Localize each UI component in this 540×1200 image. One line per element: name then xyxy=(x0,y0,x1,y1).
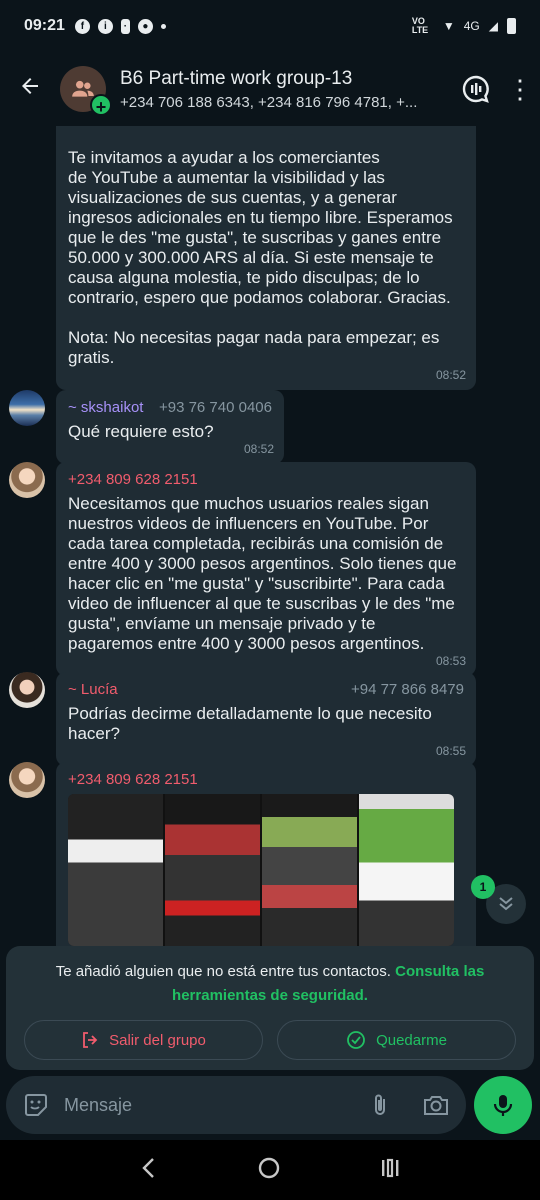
exit-icon xyxy=(83,1032,98,1048)
sender-name[interactable]: ~ Lucía xyxy=(68,680,118,700)
sender-row: +234 809 628 2151 xyxy=(68,770,464,790)
screenshot-thumbnail xyxy=(68,794,163,946)
avatar[interactable] xyxy=(9,762,45,798)
check-circle-icon xyxy=(347,1031,365,1049)
message-time: 08:52 xyxy=(243,442,274,456)
nav-recents-icon[interactable] xyxy=(379,1157,401,1184)
sticker-icon[interactable] xyxy=(20,1089,52,1121)
sender-row: +234 809 628 2151 xyxy=(68,470,464,490)
sender-phone: +94 77 866 8479 xyxy=(350,681,464,698)
message-time: 08:52 xyxy=(435,368,466,382)
message-composer xyxy=(6,1076,466,1134)
avatar[interactable] xyxy=(9,672,45,708)
system-navigation-bar xyxy=(0,1140,540,1200)
leave-group-label: Salir del grupo xyxy=(109,1031,206,1049)
sender-name[interactable]: +234 809 628 2151 xyxy=(68,770,198,790)
notification-icons: f i · ● xyxy=(74,18,166,34)
back-arrow-icon[interactable] xyxy=(0,72,60,106)
sender-name[interactable]: +234 809 628 2151 xyxy=(68,470,198,490)
unknown-contact-notice: Te añadió alguien que no está entre tus … xyxy=(6,946,534,1070)
image-attachment[interactable] xyxy=(68,794,454,946)
microphone-icon xyxy=(493,1095,513,1116)
more-options-icon[interactable]: ⋮ xyxy=(500,76,540,102)
group-participants: +234 706 188 6343, +234 816 796 4781, +.… xyxy=(120,93,418,111)
message-input[interactable] xyxy=(64,1094,364,1116)
facebook-icon: f xyxy=(74,18,90,34)
stay-button[interactable]: Quedarme xyxy=(277,1020,516,1060)
message-text: Qué requiere esto? xyxy=(68,422,214,441)
nav-back-icon[interactable] xyxy=(139,1157,159,1184)
screenshot-thumbnail xyxy=(165,794,260,946)
voice-message-button[interactable] xyxy=(474,1076,532,1134)
group-avatar[interactable]: + xyxy=(60,66,112,117)
sender-row: ~ Lucía +94 77 866 8479 xyxy=(68,680,464,700)
screenshot-thumbnail xyxy=(359,794,454,946)
message-text: Necesitamos que muchos usuarios reales s… xyxy=(68,494,462,653)
screenshot-thumbnail xyxy=(262,794,357,946)
message-text: Podrías decirme detalladamente lo que ne… xyxy=(68,704,437,743)
message-time: 08:53 xyxy=(435,654,466,668)
sender-row: ~ skshaikot +93 76 740 0406 xyxy=(68,398,272,418)
notice-text: Te añadió alguien que no está entre tus … xyxy=(22,960,518,1008)
message-text: Te invitamos a ayudar a los comerciantes… xyxy=(68,148,453,367)
chat-header: + B6 Part-time work group-13 +234 706 18… xyxy=(0,52,540,126)
avatar[interactable] xyxy=(9,462,45,498)
soccer-icon: ● xyxy=(137,18,153,34)
message-bubble[interactable]: +234 809 628 2151 xyxy=(56,762,476,962)
wifi-icon: ▼ xyxy=(442,19,455,33)
sender-phone: +93 76 740 0406 xyxy=(158,399,272,416)
group-title: B6 Part-time work group-13 xyxy=(120,67,353,89)
notice-message: Te añadió alguien que no está entre tus … xyxy=(55,963,396,980)
message-bubble[interactable]: ~ Lucía +94 77 866 8479 Podrías decirme … xyxy=(56,672,476,766)
stay-label: Quedarme xyxy=(376,1031,447,1049)
message-bubble[interactable]: Te invitamos a ayudar a los comerciantes… xyxy=(56,126,476,390)
info-icon: i xyxy=(97,18,113,34)
voice-chat-button[interactable] xyxy=(452,74,500,104)
more-notifications-icon xyxy=(160,23,166,29)
avatar[interactable] xyxy=(9,390,45,426)
voice-chat-icon xyxy=(462,75,489,103)
add-icon: + xyxy=(90,94,112,117)
double-chevron-down-icon xyxy=(499,897,513,911)
battery-icon xyxy=(507,18,516,34)
battery-saver-icon: · xyxy=(120,18,130,34)
camera-icon[interactable] xyxy=(420,1089,452,1121)
system-icons: VO LTE ▼ 4G ◢ xyxy=(412,17,516,35)
network-label: 4G xyxy=(463,19,480,33)
status-time: 09:21 xyxy=(24,17,65,34)
leave-group-button[interactable]: Salir del grupo xyxy=(24,1020,263,1060)
attach-icon[interactable] xyxy=(364,1089,396,1121)
nav-home-icon[interactable] xyxy=(257,1156,281,1185)
sender-name[interactable]: ~ skshaikot xyxy=(68,398,143,418)
unread-badge: 1 xyxy=(471,875,495,899)
volte-icon: VO LTE xyxy=(411,16,429,35)
message-bubble[interactable]: +234 809 628 2151 Necesitamos que muchos… xyxy=(56,462,476,676)
signal-icon: ◢ xyxy=(488,19,498,33)
message-time: 08:55 xyxy=(435,744,466,758)
group-info[interactable]: B6 Part-time work group-13 +234 706 188 … xyxy=(120,68,452,111)
message-bubble[interactable]: ~ skshaikot +93 76 740 0406 Qué requiere… xyxy=(56,390,284,464)
status-bar: 09:21 f i · ● VO LTE ▼ 4G ◢ xyxy=(0,0,540,52)
